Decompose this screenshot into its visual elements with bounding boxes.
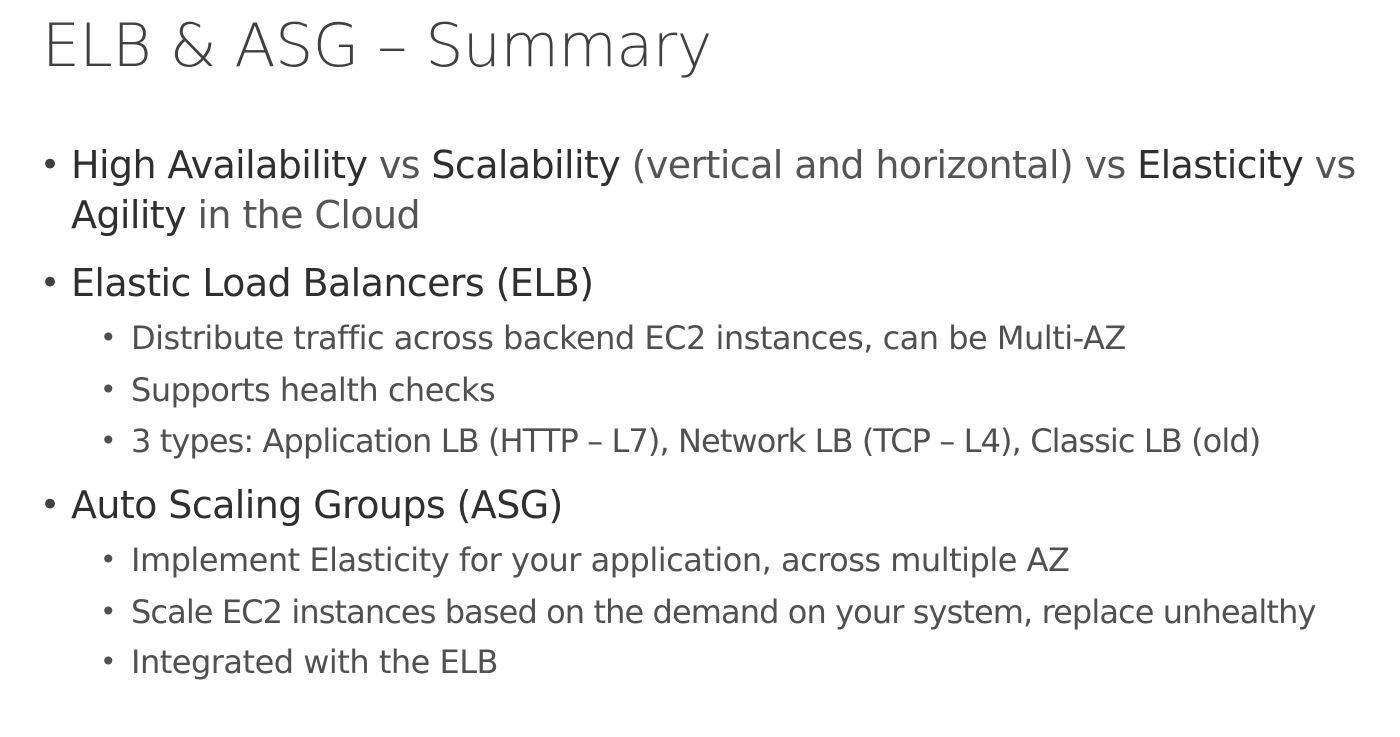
sub-bullet-text: Scale EC2 instances based on the demand …: [131, 593, 1316, 631]
sub-bullet-text: Distribute traffic across backend EC2 in…: [131, 319, 1126, 357]
bullet-dot: •: [40, 485, 60, 525]
slide-body: • High Availability vs Scalability (vert…: [0, 0, 1400, 737]
term-elasticity: Elasticity: [1137, 143, 1304, 187]
connector-vs: vs: [367, 143, 432, 187]
sub-bullet-text: Supports health checks: [131, 371, 496, 409]
connector-vs: vs: [1303, 143, 1357, 187]
sub-bullet-dot: •: [100, 424, 117, 457]
term-agility: Agility: [71, 193, 187, 237]
sub-bullet-dot: •: [100, 543, 117, 576]
sub-bullet-dot: •: [100, 373, 117, 406]
bullet-text: High Availability vs Scalability (vertic…: [71, 140, 1381, 190]
sub-bullet-dot: •: [100, 595, 117, 628]
sub-bullet-dot: •: [100, 645, 117, 678]
sub-bullet-text: Integrated with the ELB: [131, 643, 499, 681]
bullet-text: Elastic Load Balancers (ELB): [71, 261, 594, 305]
sub-bullet-text: 3 types: Application LB (HTTP – L7), Net…: [131, 422, 1261, 460]
term-high-availability: High Availability: [71, 143, 368, 187]
bullet-text: Auto Scaling Groups (ASG): [71, 483, 563, 527]
term-scalability: Scalability: [431, 143, 621, 187]
bullet-dot: •: [40, 263, 60, 303]
bullet-dot: •: [40, 145, 60, 185]
bullet-text: Agility in the Cloud: [71, 190, 1381, 240]
connector-vertical-horizontal: (vertical and horizontal) vs: [620, 143, 1138, 187]
connector-in-the-cloud: in the Cloud: [185, 193, 420, 237]
sub-bullet-dot: •: [100, 321, 117, 354]
sub-bullet-text: Implement Elasticity for your applicatio…: [131, 541, 1070, 579]
